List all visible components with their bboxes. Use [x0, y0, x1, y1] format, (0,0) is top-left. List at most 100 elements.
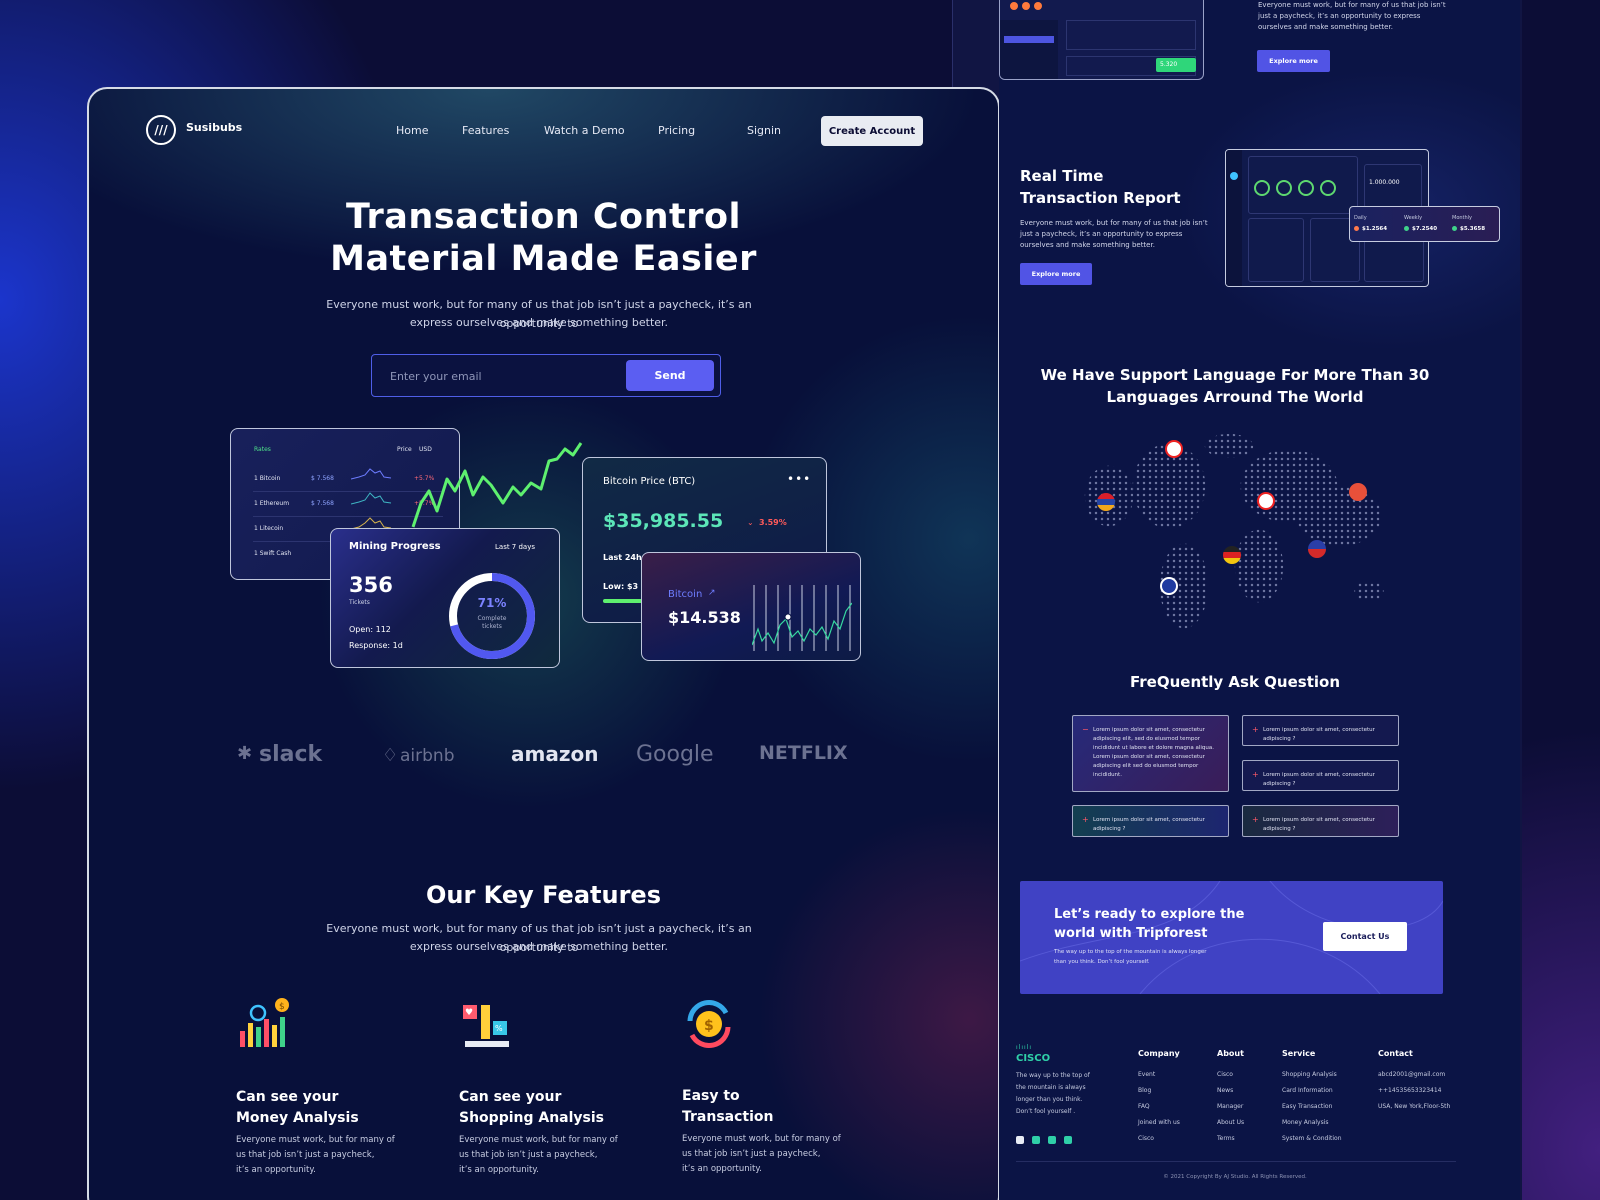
email-signup-form: Send: [371, 354, 721, 397]
footer-link[interactable]: System & Condition: [1282, 1135, 1342, 1142]
footer-logo[interactable]: CISCO: [1016, 1053, 1050, 1064]
feature3-heading-line2: Transaction: [682, 1109, 774, 1125]
feature3-heading-line1: Easy to: [682, 1088, 740, 1104]
flag-germany-icon[interactable]: [1223, 546, 1241, 564]
feature1-text-line2: us that job isn’t just a paycheck,: [236, 1150, 375, 1160]
collapse-icon[interactable]: −: [1082, 725, 1089, 734]
footer-about-line2: the mountain is always: [1016, 1084, 1086, 1091]
footer-link[interactable]: Manager: [1217, 1103, 1243, 1110]
create-account-button[interactable]: Create Account: [821, 116, 923, 146]
footer-link[interactable]: Shopping Analysis: [1282, 1071, 1337, 1078]
nav-pricing[interactable]: Pricing: [658, 124, 695, 137]
more-options-icon[interactable]: •••: [787, 472, 811, 486]
twitter-icon[interactable]: [1032, 1136, 1040, 1144]
linkedin-icon[interactable]: [1048, 1136, 1056, 1144]
footer-email[interactable]: abcd2001@gmail.com: [1378, 1071, 1445, 1078]
footer-link[interactable]: Event: [1138, 1071, 1155, 1078]
svg-text:$: $: [279, 1002, 285, 1012]
logo-icon[interactable]: ///: [146, 115, 176, 145]
money-analysis-icon: $: [240, 998, 289, 1047]
feature2-heading: Can see your Shopping Analysis: [459, 1087, 619, 1129]
language-title-line1: We Have Support Language For More Than 3…: [1040, 366, 1430, 384]
balance-panel: 1.000.000: [1364, 164, 1422, 208]
mining-open: Open: 112: [349, 625, 391, 634]
faq-item[interactable]: + Lorem ipsum dolor sit amet, consectetur…: [1242, 805, 1399, 837]
mining-complete-line2: tickets: [482, 623, 502, 630]
sidebar-icon[interactable]: [1230, 172, 1238, 180]
flag-bhutan-icon[interactable]: [1349, 483, 1367, 501]
footer-link[interactable]: Card Information: [1282, 1087, 1333, 1094]
cta-title-line1: Let’s ready to explore the: [1054, 907, 1245, 922]
email-input[interactable]: [390, 365, 610, 387]
footer-link[interactable]: Joined with us: [1138, 1119, 1180, 1126]
feature3-text-line3: it’s an opportunity.: [682, 1164, 762, 1174]
btc-low: Low: $3: [603, 582, 639, 591]
flag-canada-icon[interactable]: [1257, 492, 1275, 510]
language-title-line2: Languages Arround The World: [1106, 388, 1364, 406]
weekly-label: Weekly: [1404, 215, 1423, 221]
intro-text-line3: ourselves and make something better.: [1258, 23, 1393, 31]
brand-slack: slack: [259, 742, 323, 767]
explore-more-button-top[interactable]: Explore more: [1257, 50, 1330, 72]
weekly-dot: [1404, 226, 1409, 231]
mining-period[interactable]: Last 7 days: [495, 543, 535, 551]
expand-icon[interactable]: +: [1252, 770, 1259, 779]
brand-airbnb: airbnb: [400, 746, 455, 766]
intro-text-line2: just a paycheck, it’s an opportunity to …: [1258, 12, 1421, 20]
top-nav: /// Susibubs Home Features Watch a Demo …: [89, 89, 998, 173]
footer-link[interactable]: About Us: [1217, 1119, 1244, 1126]
landing-page-secondary: 5.320 Everyone must work, but for many o…: [999, 0, 1520, 1200]
contacts-panel: [1248, 218, 1304, 282]
expand-icon[interactable]: +: [1082, 815, 1089, 824]
footer-link[interactable]: Terms: [1217, 1135, 1235, 1142]
footer-link[interactable]: Money Analysis: [1282, 1119, 1329, 1126]
btc-price: $35,985.55: [603, 510, 724, 532]
facebook-icon[interactable]: [1016, 1136, 1024, 1144]
mining-count-label: Tickets: [349, 599, 370, 606]
feature2-text-line2: us that job isn’t just a paycheck,: [459, 1150, 598, 1160]
contact-us-button[interactable]: Contact Us: [1323, 922, 1407, 951]
flag-serbia-icon[interactable]: [1308, 540, 1326, 558]
btc2-sparkline-chart: [752, 585, 852, 651]
mining-title: Mining Progress: [349, 541, 441, 552]
rate-name: 1 Litecoin: [254, 525, 284, 532]
brand-name[interactable]: Susibubs: [186, 121, 242, 134]
footer-link[interactable]: FAQ: [1138, 1103, 1150, 1110]
flag-newzealand-icon[interactable]: [1160, 577, 1178, 595]
feature1-heading: Can see your Money Analysis: [236, 1087, 396, 1129]
footer-link[interactable]: Cisco: [1138, 1135, 1154, 1142]
rates-title[interactable]: Rates: [254, 446, 271, 453]
footer-about-line1: The way up to the top of: [1016, 1072, 1090, 1079]
footer-col-contact: Contact: [1378, 1049, 1413, 1058]
nav-features[interactable]: Features: [462, 124, 509, 137]
footer-link[interactable]: Cisco: [1217, 1071, 1233, 1078]
nav-home[interactable]: Home: [396, 124, 428, 137]
explore-more-button[interactable]: Explore more: [1020, 263, 1092, 285]
faq-item-open[interactable]: − Lorem ipsum dolor sit amet, consectetu…: [1072, 715, 1229, 792]
footer-link[interactable]: Blog: [1138, 1087, 1151, 1094]
cta-text-line1: The way up to the top of the mountain is…: [1054, 949, 1207, 955]
mining-progress-card: Mining Progress Last 7 days 356 Tickets …: [330, 528, 560, 668]
footer-col-service: Service: [1282, 1049, 1316, 1058]
flag-england-icon[interactable]: [1165, 440, 1183, 458]
faq-item[interactable]: + Lorem ipsum dolor sit amet, consectetur…: [1242, 715, 1399, 746]
faq-item[interactable]: + Lorem ipsum dolor sit amet, consectetur…: [1072, 805, 1229, 837]
world-map: [1069, 426, 1403, 630]
feature3-text-line1: Everyone must work, but for many of: [682, 1134, 841, 1144]
nav-watch-demo[interactable]: Watch a Demo: [544, 124, 625, 137]
send-button[interactable]: Send: [626, 360, 714, 391]
expand-icon[interactable]: +: [1252, 725, 1259, 734]
rate-name: 1 Swift Cash: [254, 550, 292, 557]
expand-icon[interactable]: +: [1252, 815, 1259, 824]
instagram-icon[interactable]: [1064, 1136, 1072, 1144]
faq-item[interactable]: + Lorem ipsum dolor sit amet, consectetur…: [1242, 760, 1399, 791]
footer-link[interactable]: News: [1217, 1087, 1233, 1094]
rate-value: $ 7.568: [311, 500, 334, 507]
dashboard-sidebar: [1000, 20, 1058, 79]
footer-link[interactable]: Easy Transaction: [1282, 1103, 1332, 1110]
status-dot: [1022, 2, 1030, 10]
nav-signin[interactable]: Signin: [747, 124, 781, 137]
flag-armenia-icon[interactable]: [1097, 493, 1115, 511]
report-title-line1: Real Time: [1020, 167, 1104, 185]
footer-phone[interactable]: ++14535653323414: [1378, 1087, 1442, 1094]
